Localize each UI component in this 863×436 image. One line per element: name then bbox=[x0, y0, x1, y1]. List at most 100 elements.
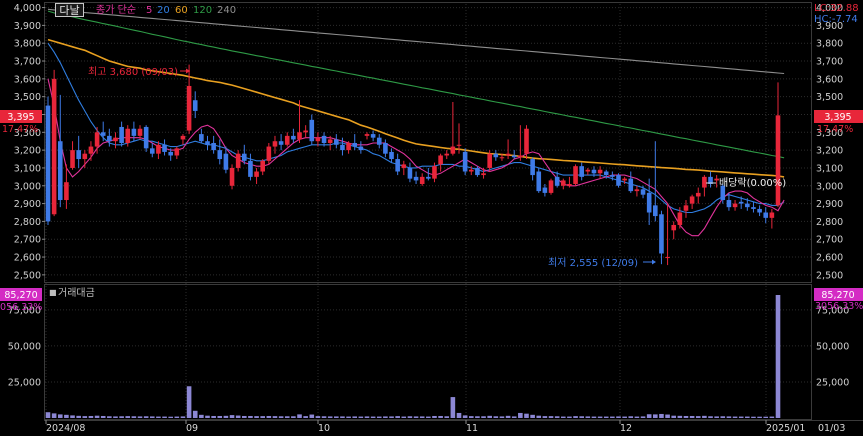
current-change-left: 17.47% bbox=[2, 124, 38, 135]
volume-bar bbox=[775, 295, 781, 418]
volume-tick-left: 25,000 bbox=[8, 377, 41, 388]
candle-body bbox=[665, 257, 670, 259]
candle-body bbox=[205, 141, 210, 145]
volume-bar bbox=[640, 416, 646, 418]
candle-body bbox=[137, 128, 143, 136]
volume-bar bbox=[634, 416, 640, 418]
volume-bar bbox=[585, 416, 591, 418]
candle-body bbox=[297, 132, 302, 140]
volume-bar bbox=[242, 415, 247, 418]
price-tick-right: 2,700 bbox=[816, 235, 843, 246]
candle-body bbox=[554, 176, 560, 186]
candle-body bbox=[646, 192, 652, 213]
volume-bar bbox=[720, 416, 726, 418]
candle-body bbox=[634, 189, 640, 192]
volume-bar bbox=[352, 416, 358, 418]
volume-bar bbox=[370, 416, 376, 418]
candle-body bbox=[352, 143, 358, 147]
dividend-annotation: 배당락(0.00%) bbox=[706, 177, 786, 189]
candle-body bbox=[671, 224, 677, 231]
candle-body bbox=[266, 146, 272, 161]
candle-body bbox=[432, 166, 437, 179]
volume-bar bbox=[610, 416, 615, 418]
current-change-right: 17.47% bbox=[817, 124, 853, 135]
volume-bar bbox=[383, 416, 388, 418]
volume-bar bbox=[346, 416, 351, 418]
ma-period-5: 5 bbox=[146, 5, 152, 16]
volume-bar bbox=[505, 415, 511, 418]
candle-body bbox=[493, 153, 499, 158]
date-label: 12 bbox=[620, 423, 632, 434]
price-tick-left: 4,000 bbox=[14, 3, 41, 14]
volume-bar bbox=[100, 415, 106, 418]
candle-body bbox=[45, 105, 51, 222]
date-label: 2025/01 bbox=[766, 423, 805, 434]
volume-bar bbox=[542, 416, 548, 418]
volume-bar bbox=[646, 414, 652, 418]
price-tick-left: 3,800 bbox=[14, 39, 41, 50]
volume-bar bbox=[665, 414, 670, 418]
candle-body bbox=[530, 159, 535, 176]
volume-bar bbox=[481, 416, 486, 418]
volume-bar bbox=[683, 415, 689, 418]
candle-body bbox=[585, 169, 591, 172]
candle-body bbox=[235, 153, 241, 168]
high-annotation: 최고 3,680 (09/03) bbox=[88, 66, 190, 78]
candle-body bbox=[217, 150, 223, 160]
volume-bar bbox=[695, 416, 701, 418]
volume-bar bbox=[297, 414, 302, 418]
candle-body bbox=[395, 159, 400, 172]
candle-body bbox=[51, 78, 57, 215]
candle-body bbox=[518, 155, 523, 158]
price-tick-right: 3,700 bbox=[816, 57, 843, 68]
volume-bar bbox=[45, 412, 51, 418]
price-tick-right: 3,600 bbox=[816, 74, 843, 85]
volume-bar bbox=[321, 416, 327, 418]
volume-bar bbox=[248, 415, 253, 418]
lc-label: LC:32.88 bbox=[814, 3, 859, 14]
low-annotation-label: 최저 2,555 (12/09) bbox=[548, 257, 638, 269]
volume-bar bbox=[751, 416, 756, 418]
volume-bar bbox=[364, 416, 370, 418]
volume-bar bbox=[211, 415, 216, 418]
header-legend: 다날 종가 단순 5 20 60 120 240 bbox=[55, 3, 236, 17]
volume-bar bbox=[358, 416, 364, 418]
volume-bar bbox=[327, 416, 333, 418]
candle-body bbox=[763, 212, 769, 218]
price-tick-right: 2,800 bbox=[816, 217, 843, 228]
volume-bar bbox=[591, 416, 597, 418]
current-volume-right: 85,270 bbox=[821, 290, 854, 301]
price-tick-right: 3,200 bbox=[816, 146, 843, 157]
ma-period-60: 60 bbox=[175, 5, 188, 16]
candle-body bbox=[610, 175, 615, 177]
volume-bar bbox=[162, 416, 167, 418]
volume-bar bbox=[303, 416, 308, 418]
price-tick-left: 2,600 bbox=[14, 253, 41, 264]
volume-bar bbox=[738, 416, 744, 418]
candle-body bbox=[100, 132, 106, 136]
candle-body bbox=[64, 182, 69, 201]
current-price-left: 3,395 bbox=[7, 112, 34, 123]
volume-bar bbox=[732, 416, 738, 418]
candle-body bbox=[223, 153, 229, 170]
volume-bar bbox=[714, 416, 719, 418]
volume-bar bbox=[235, 415, 241, 418]
candle-body bbox=[248, 160, 253, 177]
volume-bar bbox=[450, 397, 456, 418]
price-tick-left: 3,500 bbox=[14, 92, 41, 103]
candle-body bbox=[456, 144, 462, 146]
volume-bar bbox=[376, 416, 382, 418]
volume-bar bbox=[205, 415, 210, 418]
candle-body bbox=[340, 144, 345, 151]
volume-bar bbox=[603, 416, 609, 418]
candle-body bbox=[376, 137, 382, 145]
dividend-annotation-label: 배당락(0.00%) bbox=[719, 177, 786, 189]
volume-bar bbox=[180, 416, 186, 418]
volume-bar bbox=[419, 416, 425, 418]
candle-body bbox=[199, 134, 204, 142]
candle-body bbox=[242, 153, 247, 161]
price-tick-right: 3,000 bbox=[816, 181, 843, 192]
volume-bar bbox=[745, 416, 750, 418]
volume-bar bbox=[107, 416, 112, 418]
volume-bar bbox=[726, 416, 732, 418]
